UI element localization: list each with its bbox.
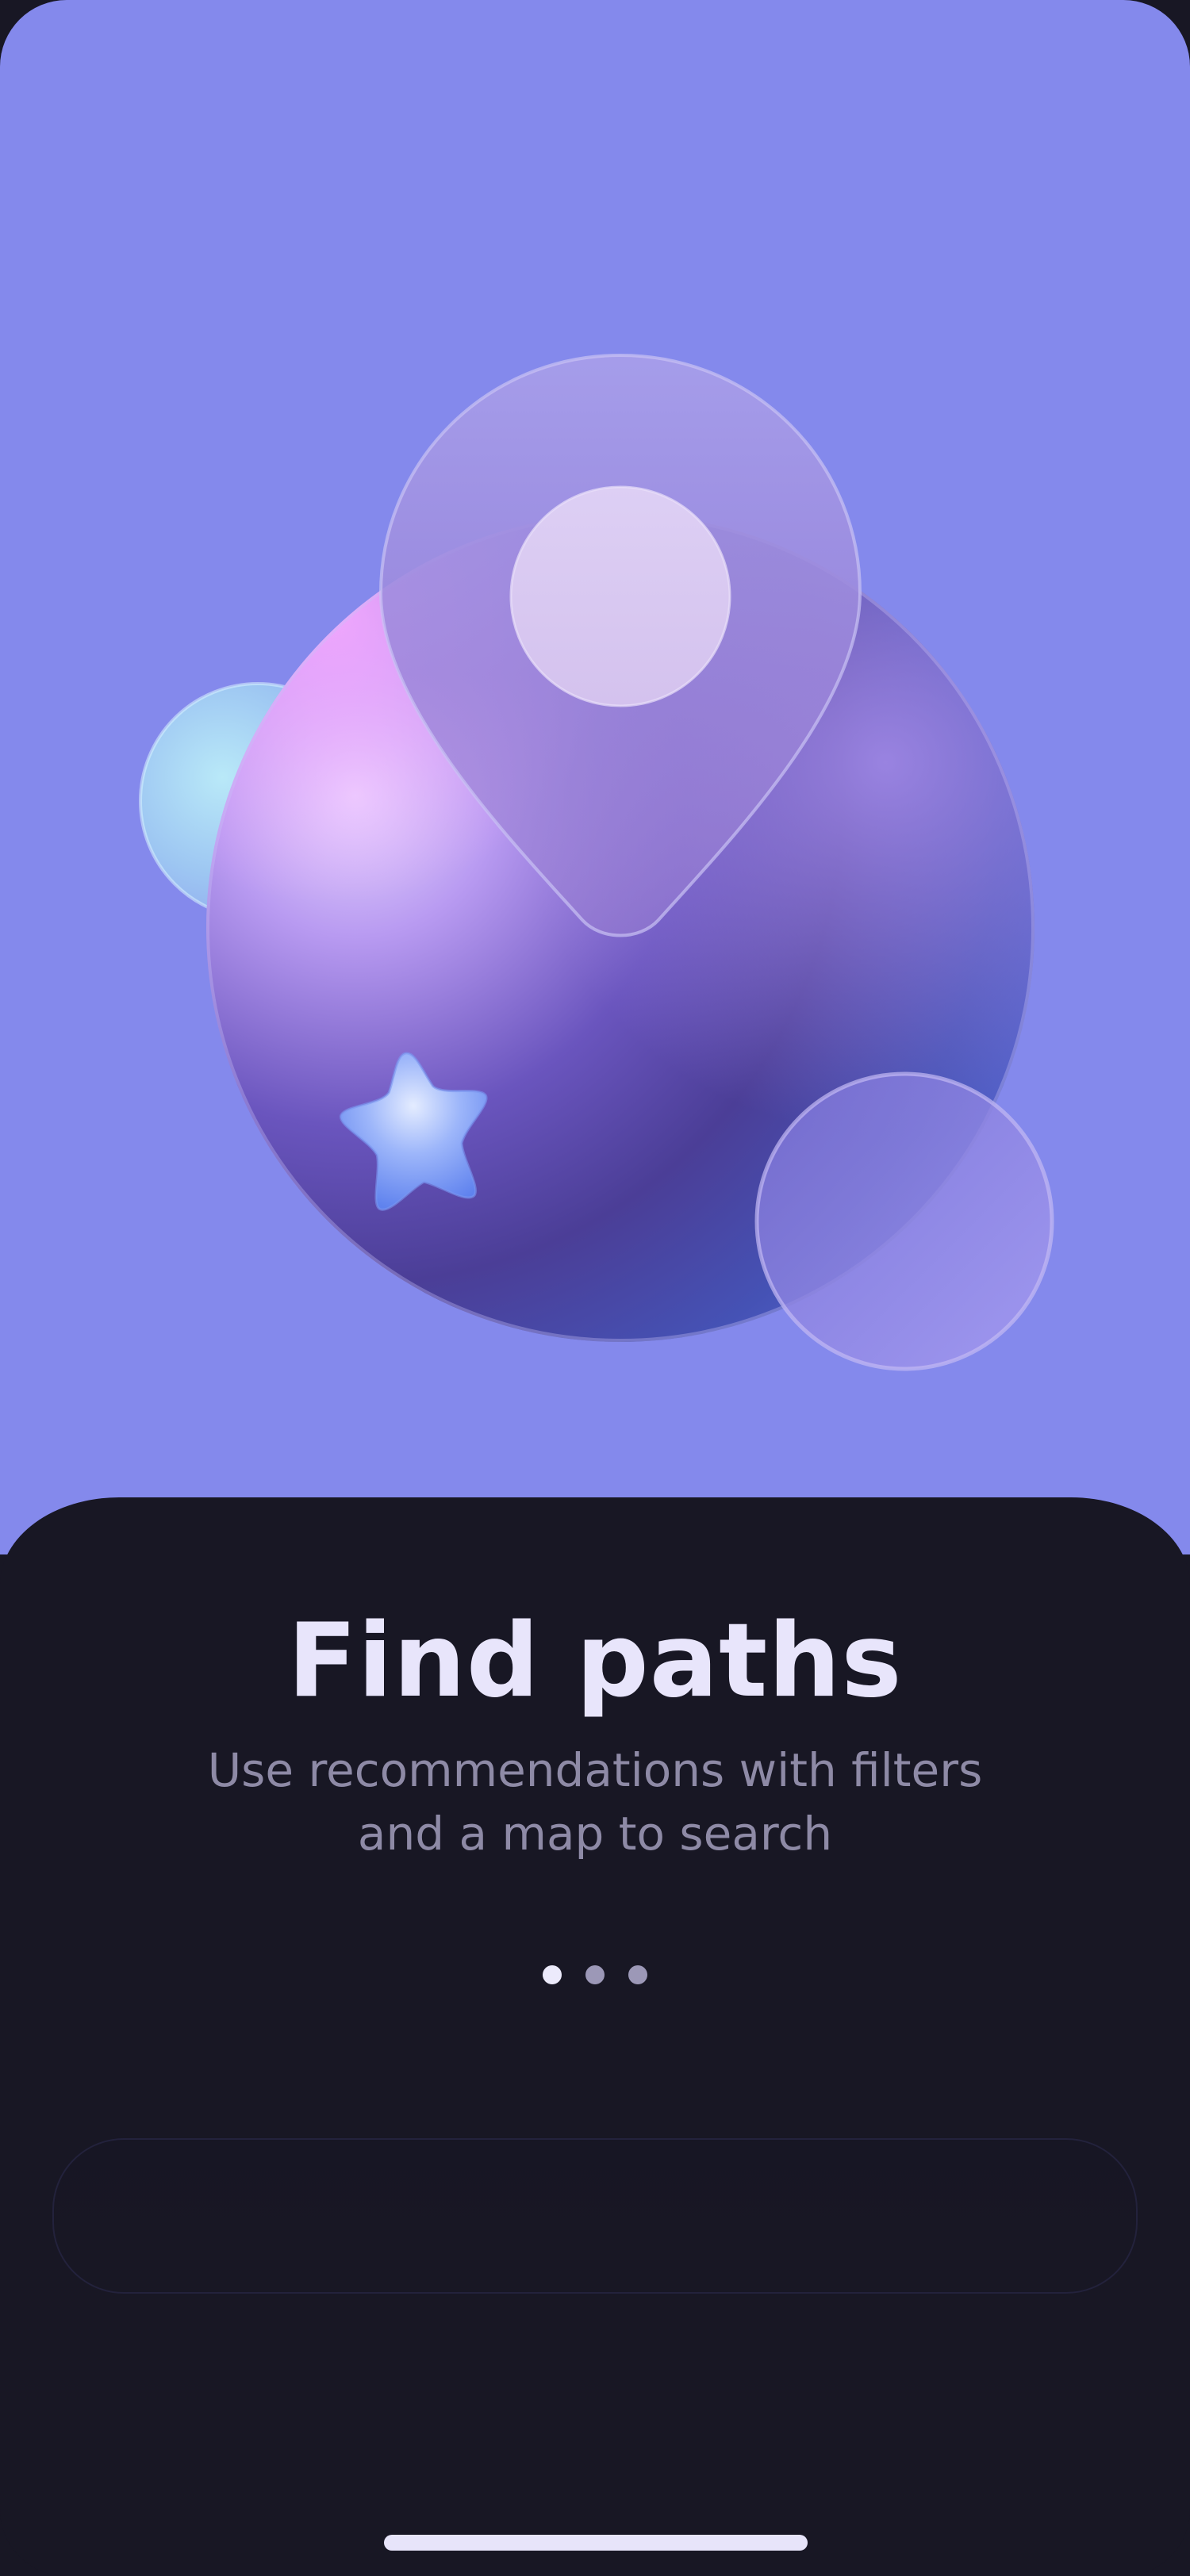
page-indicator[interactable] [0,1965,1190,1984]
small-bubble-right [754,1071,1054,1371]
home-indicator[interactable] [384,2535,808,2551]
page-dot-3[interactable] [628,1965,647,1984]
hero-illustration-area [0,0,1190,1554]
onboarding-screen: Find paths Use recommendations with filt… [0,0,1190,2576]
page-title: Find paths [287,1602,903,1720]
primary-action-button[interactable] [52,2138,1138,2294]
page-dot-2[interactable] [585,1965,605,1984]
page-dot-1[interactable] [543,1965,562,1984]
page-description: Use recommendations with filters and a m… [207,1743,983,1861]
hero-illustration [139,353,1054,1371]
